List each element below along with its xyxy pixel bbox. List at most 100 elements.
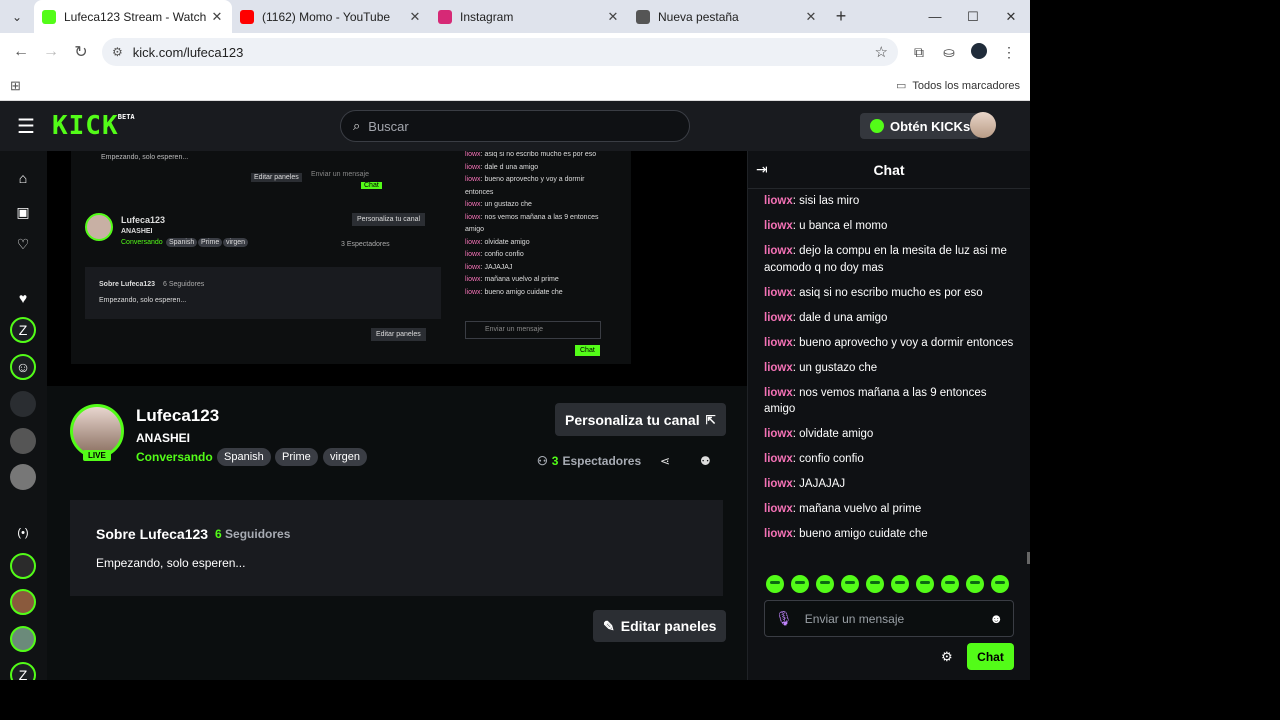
- video-player[interactable]: Empezando, solo esperen... Editar panele…: [47, 151, 747, 386]
- forward-icon[interactable]: →: [36, 43, 66, 61]
- followed-channel-avatar[interactable]: [10, 391, 36, 417]
- followed-channel-avatar[interactable]: [10, 464, 36, 490]
- tag-virgen[interactable]: virgen: [323, 448, 367, 466]
- hamburger-menu-icon[interactable]: ☰: [0, 114, 52, 139]
- close-tab-icon[interactable]: ✕: [408, 9, 422, 25]
- chat-message: liowx: sisi las miro: [764, 193, 1016, 210]
- tag-spanish[interactable]: Spanish: [217, 448, 271, 466]
- chat-username[interactable]: liowx: [764, 428, 793, 440]
- share-icon[interactable]: ⋖: [660, 454, 670, 468]
- emote-icon[interactable]: [916, 575, 934, 593]
- chat-username[interactable]: liowx: [764, 387, 793, 399]
- browser-tab[interactable]: Lufeca123 Stream - Watch Live✕: [34, 0, 232, 33]
- preview-chat-username: liowx: [465, 263, 481, 271]
- recommended-channel-avatar[interactable]: [10, 626, 36, 652]
- chat-username[interactable]: liowx: [764, 245, 793, 257]
- browser-tab[interactable]: Instagram ✕: [430, 0, 628, 33]
- preview-chat-text: mañana vuelvo al prime: [484, 276, 559, 283]
- tag-prime[interactable]: Prime: [275, 448, 318, 466]
- browser-tab[interactable]: (1162) Momo - YouTube ✕: [232, 0, 430, 33]
- instagram-icon: [438, 9, 452, 24]
- kick-logo[interactable]: KICK BETA: [52, 111, 135, 141]
- chat-username[interactable]: liowx: [764, 287, 793, 299]
- chat-text: mañana vuelvo al prime: [799, 503, 922, 515]
- emote-icon[interactable]: [941, 575, 959, 593]
- tab-title: Instagram: [460, 9, 514, 24]
- site-info-icon[interactable]: ⚙: [112, 45, 123, 59]
- preview-followers: 6 Seguidores: [163, 281, 205, 288]
- viewers-icon: ⚇: [537, 454, 548, 468]
- search-input[interactable]: ⌕ Buscar: [340, 110, 690, 142]
- kicks-coin-icon: [870, 119, 884, 133]
- emoji-icon[interactable]: ☻: [989, 611, 1003, 626]
- emote-icon[interactable]: [891, 575, 909, 593]
- chat-username[interactable]: liowx: [764, 478, 793, 490]
- get-kicks-button[interactable]: Obtén KICKs: [860, 113, 981, 139]
- reload-icon[interactable]: ↻: [66, 42, 96, 62]
- profile-icon[interactable]: [964, 42, 994, 62]
- emote-icon[interactable]: [966, 575, 984, 593]
- followed-channel-avatar[interactable]: Z: [10, 317, 36, 343]
- emote-icon[interactable]: [816, 575, 834, 593]
- address-bar[interactable]: ⚙ kick.com/lufeca123 ☆: [102, 38, 898, 66]
- close-window-icon[interactable]: ✕: [992, 0, 1030, 33]
- follow-icon[interactable]: ⚉: [700, 454, 711, 468]
- customize-channel-button[interactable]: Personaliza tu canal ⇱: [555, 403, 726, 436]
- chat-input[interactable]: 🎙 Enviar un mensaje ☻: [764, 600, 1014, 637]
- chat-text: dejo la compu en la mesita de luz asi me…: [764, 245, 1007, 274]
- tab-search-icon[interactable]: ⌄: [0, 10, 34, 24]
- maximize-icon[interactable]: ☐: [954, 0, 992, 33]
- browser-tab[interactable]: Nueva pestaña ✕: [628, 0, 826, 33]
- home-icon[interactable]: ⌂: [10, 165, 36, 191]
- chat-username[interactable]: liowx: [764, 312, 793, 324]
- extensions-icon[interactable]: ⧉: [904, 44, 934, 61]
- preview-chat-text: un gustazo che: [484, 201, 532, 208]
- chat-username[interactable]: liowx: [764, 195, 793, 207]
- chat-username[interactable]: liowx: [764, 337, 793, 349]
- recommended-channel-avatar[interactable]: Z: [10, 662, 36, 680]
- emote-icon[interactable]: [991, 575, 1009, 593]
- emote-icon[interactable]: [841, 575, 859, 593]
- chat-username[interactable]: liowx: [764, 220, 793, 232]
- new-tab-button[interactable]: +: [826, 6, 856, 27]
- close-tab-icon[interactable]: ✕: [210, 9, 224, 25]
- menu-dots-icon[interactable]: ⋮: [994, 44, 1024, 61]
- chat-username[interactable]: liowx: [764, 503, 793, 515]
- collapse-chat-icon[interactable]: ⇥: [756, 161, 768, 178]
- following-heart-icon[interactable]: ♡: [10, 231, 36, 257]
- apps-grid-icon[interactable]: ⊞: [10, 78, 21, 94]
- chat-username[interactable]: liowx: [764, 362, 793, 374]
- close-tab-icon[interactable]: ✕: [804, 9, 818, 25]
- incognito-icon[interactable]: ⛀: [934, 44, 964, 61]
- chat-settings-icon[interactable]: ⚙: [941, 649, 953, 665]
- minimize-icon[interactable]: —: [916, 0, 954, 33]
- recommended-channel-avatar[interactable]: [10, 553, 36, 579]
- channel-name[interactable]: Lufeca123: [136, 406, 219, 426]
- emote-icon[interactable]: [866, 575, 884, 593]
- close-tab-icon[interactable]: ✕: [606, 9, 620, 25]
- tab-title: Lufeca123 Stream - Watch Live: [64, 9, 210, 24]
- emote-icon[interactable]: [766, 575, 784, 593]
- emote-icon[interactable]: [791, 575, 809, 593]
- recommended-channel-avatar[interactable]: [10, 589, 36, 615]
- send-chat-button[interactable]: Chat: [967, 643, 1014, 670]
- chat-username[interactable]: liowx: [764, 453, 793, 465]
- followed-channel-avatar[interactable]: ☺: [10, 354, 36, 380]
- user-avatar[interactable]: [970, 112, 996, 138]
- chat-title: Chat: [873, 161, 905, 178]
- preview-chat-input-text: Enviar un mensaje: [485, 326, 543, 333]
- preview-top-text: Empezando, solo esperen...: [101, 154, 189, 161]
- microphone-icon[interactable]: 🎙: [775, 610, 793, 627]
- scrollbar[interactable]: [1027, 552, 1030, 564]
- chat-message: liowx: dejo la compu en la mesita de luz…: [764, 243, 1016, 276]
- bookmark-star-icon[interactable]: ☆: [875, 43, 888, 61]
- all-bookmarks[interactable]: ▭ Todos los marcadores: [896, 79, 1020, 93]
- back-icon[interactable]: ←: [6, 43, 36, 61]
- all-bookmarks-label: Todos los marcadores: [912, 79, 1020, 92]
- browse-icon[interactable]: ▣: [10, 199, 36, 225]
- category-link[interactable]: Conversando: [136, 450, 213, 464]
- chat-username[interactable]: liowx: [764, 528, 793, 540]
- edit-panels-button[interactable]: ✎ Editar paneles: [593, 610, 727, 642]
- followed-channel-avatar[interactable]: [10, 428, 36, 454]
- url-text: kick.com/lufeca123: [132, 44, 244, 60]
